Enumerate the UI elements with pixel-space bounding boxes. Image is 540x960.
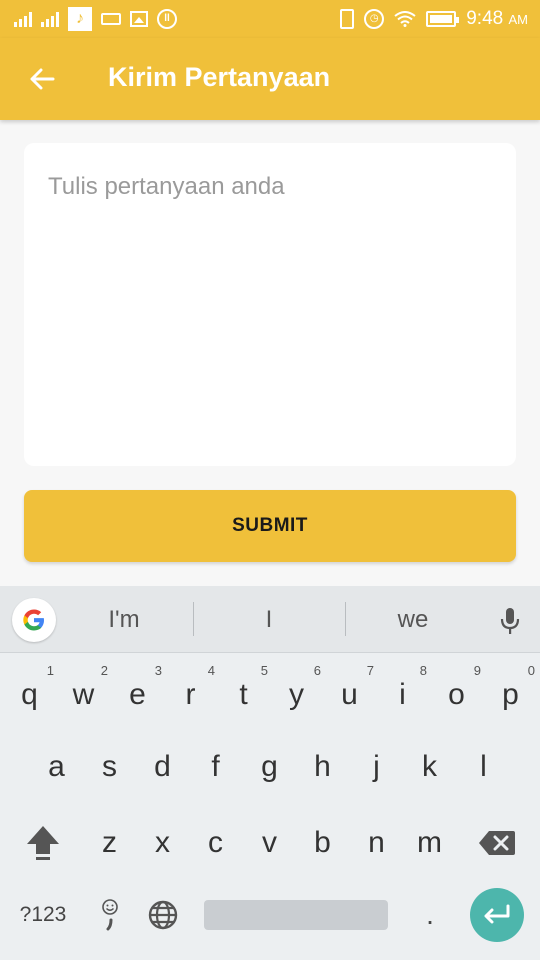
wifi-icon [394,11,416,27]
key-label: v [262,826,277,859]
shift-key[interactable] [14,813,72,873]
key-q[interactable]: q1 [3,663,56,725]
key-n[interactable]: n [350,813,403,873]
key-f[interactable]: f [189,737,242,797]
key-hint: 7 [366,663,374,678]
backspace-icon [479,831,515,855]
key-label: g [261,750,278,783]
key-x[interactable]: x [136,813,189,873]
key-hint: 8 [419,663,427,678]
alarm-icon: ll [157,9,177,29]
key-p[interactable]: p0 [484,663,537,725]
question-card [24,143,516,466]
space-key[interactable] [204,900,388,930]
key-label: l [480,750,487,783]
key-label: f [211,750,220,783]
key-label: j [373,750,380,783]
key-a[interactable]: a [30,737,83,797]
music-note-icon: ♪ [68,7,92,31]
app-bar: Kirim Pertanyaan [0,38,540,120]
enter-key[interactable] [470,888,524,942]
key-hint: 6 [313,663,321,678]
key-hint: 4 [207,663,215,678]
back-button[interactable] [20,60,64,98]
key-d[interactable]: d [136,737,189,797]
suggestion-3[interactable]: we [360,586,466,652]
key-label: m [417,826,442,859]
microphone-icon [500,608,520,634]
soft-keyboard: I'm I we q1 w2 e3 r4 t5 y6 u7 i8 o9 p0 a… [0,586,540,960]
signal-icon [41,11,59,27]
alarm-clock-icon: ◷ [364,9,385,29]
status-system: ◷ 9:48 AM [340,6,528,32]
google-icon [23,609,44,631]
key-label: n [368,826,385,859]
image-icon [130,11,148,27]
status-time-ampm: AM [508,12,529,27]
language-key[interactable] [140,886,186,944]
key-hint: 9 [473,663,481,678]
key-t[interactable]: t5 [217,663,270,725]
key-label: h [314,750,331,783]
key-m[interactable]: m [403,813,456,873]
battery-icon [426,11,460,27]
key-y[interactable]: y6 [270,663,323,725]
key-hint: 1 [46,663,54,678]
period-key[interactable]: . [412,886,448,944]
status-notifications: ♪ ll [14,6,177,32]
vibrate-icon [340,9,355,29]
keyboard-icon [101,13,121,25]
key-o[interactable]: o9 [430,663,483,725]
enter-arrow-icon [484,904,510,924]
key-s[interactable]: s [83,737,136,797]
voice-input-button[interactable] [492,604,528,638]
key-hint: 2 [100,663,108,678]
arrow-left-icon [30,68,55,90]
key-label: b [314,826,331,859]
status-time: 9:48 AM [466,8,528,30]
globe-icon [148,900,178,930]
key-w[interactable]: w2 [57,663,110,725]
key-h[interactable]: h [296,737,349,797]
key-label: c [208,826,223,859]
question-input[interactable] [24,143,516,466]
key-label: d [154,750,171,783]
submit-button[interactable]: SUBMIT [24,490,516,562]
page-title: Kirim Pertanyaan [108,62,331,92]
suggestion-2[interactable]: I [214,586,324,652]
google-search-button[interactable] [12,598,56,642]
status-time-value: 9:48 [466,8,504,29]
key-label: k [422,750,437,783]
key-label: a [48,750,65,783]
key-g[interactable]: g [243,737,296,797]
suggestion-divider [345,602,346,636]
key-hint: 5 [260,663,268,678]
key-c[interactable]: c [189,813,242,873]
emoji-comma-icon [102,899,118,931]
key-label: x [155,826,170,859]
emoji-key[interactable] [92,886,128,944]
suggestion-bar: I'm I we [0,586,540,653]
key-label: s [102,750,117,783]
key-z[interactable]: z [83,813,136,873]
key-r[interactable]: r4 [164,663,217,725]
backspace-key[interactable] [468,813,526,873]
key-l[interactable]: l [457,737,510,797]
suggestion-1[interactable]: I'm [70,586,178,652]
key-hint: 0 [527,663,535,678]
key-j[interactable]: j [350,737,403,797]
key-k[interactable]: k [403,737,456,797]
status-bar: ♪ ll ◷ 9:48 AM [0,0,540,38]
key-v[interactable]: v [243,813,296,873]
signal-icon [14,11,32,27]
key-b[interactable]: b [296,813,349,873]
key-i[interactable]: i8 [376,663,429,725]
key-u[interactable]: u7 [323,663,376,725]
symbols-key[interactable]: ?123 [10,886,76,944]
suggestion-divider [193,602,194,636]
key-label: z [102,826,117,859]
key-e[interactable]: e3 [111,663,164,725]
shift-arrow-icon [27,826,59,860]
key-hint: 3 [154,663,162,678]
